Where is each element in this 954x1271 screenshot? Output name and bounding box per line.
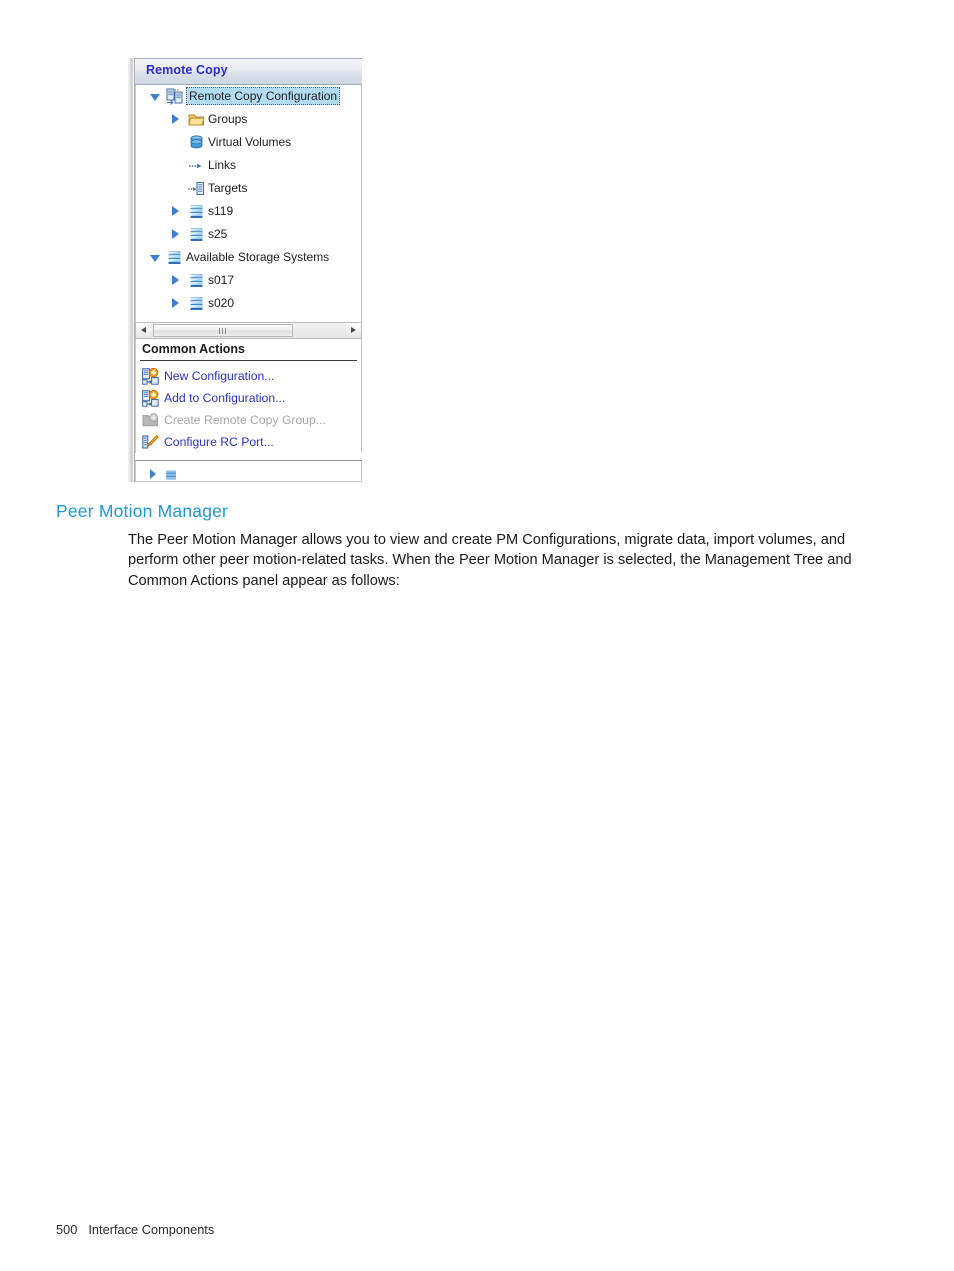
tree-item-targets[interactable]: Targets	[136, 177, 361, 200]
create-remote-copy-group-icon	[142, 412, 159, 429]
storage-system-icon	[188, 203, 205, 220]
tree-item-s119[interactable]: s119	[136, 200, 361, 223]
tree-horizontal-scrollbar[interactable]	[135, 322, 362, 339]
tree-item-label: s017	[208, 273, 235, 287]
tree-item-label: s25	[208, 227, 228, 241]
targets-icon	[188, 180, 205, 197]
remote-copy-panel: Remote Copy Remote Copy Configuration Gro…	[128, 58, 362, 482]
tree-item-label: s119	[208, 204, 234, 218]
tree-item-s25[interactable]: s25	[136, 223, 361, 246]
common-action-label: Configure RC Port...	[164, 435, 274, 449]
configure-rc-port-icon	[142, 434, 159, 451]
body-paragraph: The Peer Motion Manager allows you to vi…	[128, 532, 852, 589]
tree-item-label: Virtual Volumes	[208, 135, 292, 149]
folder-icon	[188, 111, 205, 128]
common-action-configure-rc-port[interactable]: Configure RC Port...	[136, 432, 361, 454]
remote-copy-screenshot-figure: Remote Copy Remote Copy Configuration Gro…	[128, 58, 362, 482]
page-heading: Peer Motion Manager	[56, 501, 229, 521]
tree-item-virtual-volumes[interactable]: Virtual Volumes	[136, 131, 361, 154]
storage-system-icon	[188, 226, 205, 243]
panel-title-label: Remote Copy	[146, 63, 228, 77]
common-actions-list: New Configuration... Add to Configuration…	[136, 361, 361, 454]
chevron-right-icon[interactable]	[172, 229, 179, 239]
chevron-right-icon[interactable]	[172, 206, 179, 216]
tree-item-s020[interactable]: s020	[136, 292, 361, 315]
tree-item-label: Links	[208, 158, 237, 172]
add-to-configuration-icon	[142, 390, 159, 407]
common-action-label: Add to Configuration...	[164, 391, 286, 405]
tree-item-available-storage-systems[interactable]: Available Storage Systems	[136, 246, 361, 269]
new-configuration-icon	[142, 368, 159, 385]
scroll-left-arrow-icon[interactable]	[136, 323, 151, 338]
common-actions-title: Common Actions	[142, 342, 246, 356]
common-actions-header: Common Actions	[136, 339, 361, 361]
chevron-down-icon[interactable]	[150, 255, 160, 262]
tree-item-remote-copy-configuration[interactable]: Remote Copy Configuration	[136, 85, 361, 108]
clipped-twisty-icon	[150, 469, 156, 479]
links-arrow-icon	[188, 157, 205, 174]
management-tree[interactable]: Remote Copy Configuration Groups Virtual V…	[135, 85, 362, 322]
common-action-label: New Configuration...	[164, 369, 275, 383]
chevron-right-icon[interactable]	[172, 114, 179, 124]
panel-title-bar: Remote Copy	[135, 58, 362, 85]
common-action-add-to-configuration[interactable]: Add to Configuration...	[136, 388, 361, 410]
common-actions-panel: Common Actions New Configuration... Add t…	[135, 339, 362, 453]
footer-page-number: 500	[56, 1222, 78, 1237]
panel-clipped-bottom-row	[135, 460, 362, 482]
footer-section-title: Interface Components	[88, 1222, 215, 1237]
chevron-right-icon[interactable]	[172, 298, 179, 308]
panel-body: Remote Copy Remote Copy Configuration Gro…	[135, 58, 362, 482]
tree-item-links[interactable]: Links	[136, 154, 361, 177]
panel-left-rail	[128, 58, 135, 482]
scroll-right-arrow-icon[interactable]	[346, 323, 361, 338]
storage-system-icon	[188, 295, 205, 312]
chevron-down-icon[interactable]	[150, 94, 160, 101]
tree-item-label: Groups	[208, 112, 248, 126]
tree-item-groups[interactable]: Groups	[136, 108, 361, 131]
common-action-create-remote-copy-group: Create Remote Copy Group...	[136, 410, 361, 432]
tree-item-s017[interactable]: s017	[136, 269, 361, 292]
chevron-right-icon[interactable]	[172, 275, 179, 285]
tree-item-label: Targets	[208, 181, 248, 195]
storage-system-icon	[188, 272, 205, 289]
remote-copy-configuration-icon	[166, 88, 183, 105]
virtual-volumes-icon	[188, 134, 205, 151]
common-action-label: Create Remote Copy Group...	[164, 413, 326, 427]
tree-item-label: s020	[208, 296, 235, 310]
tree-item-label: Remote Copy Configuration	[186, 87, 341, 105]
clipped-storage-system-icon	[166, 470, 176, 480]
storage-system-icon	[166, 249, 183, 266]
tree-item-label: Available Storage Systems	[186, 250, 330, 264]
scrollbar-thumb[interactable]	[153, 324, 293, 337]
page-footer: 500 Interface Components	[56, 1222, 214, 1237]
common-action-new-configuration[interactable]: New Configuration...	[136, 366, 361, 388]
